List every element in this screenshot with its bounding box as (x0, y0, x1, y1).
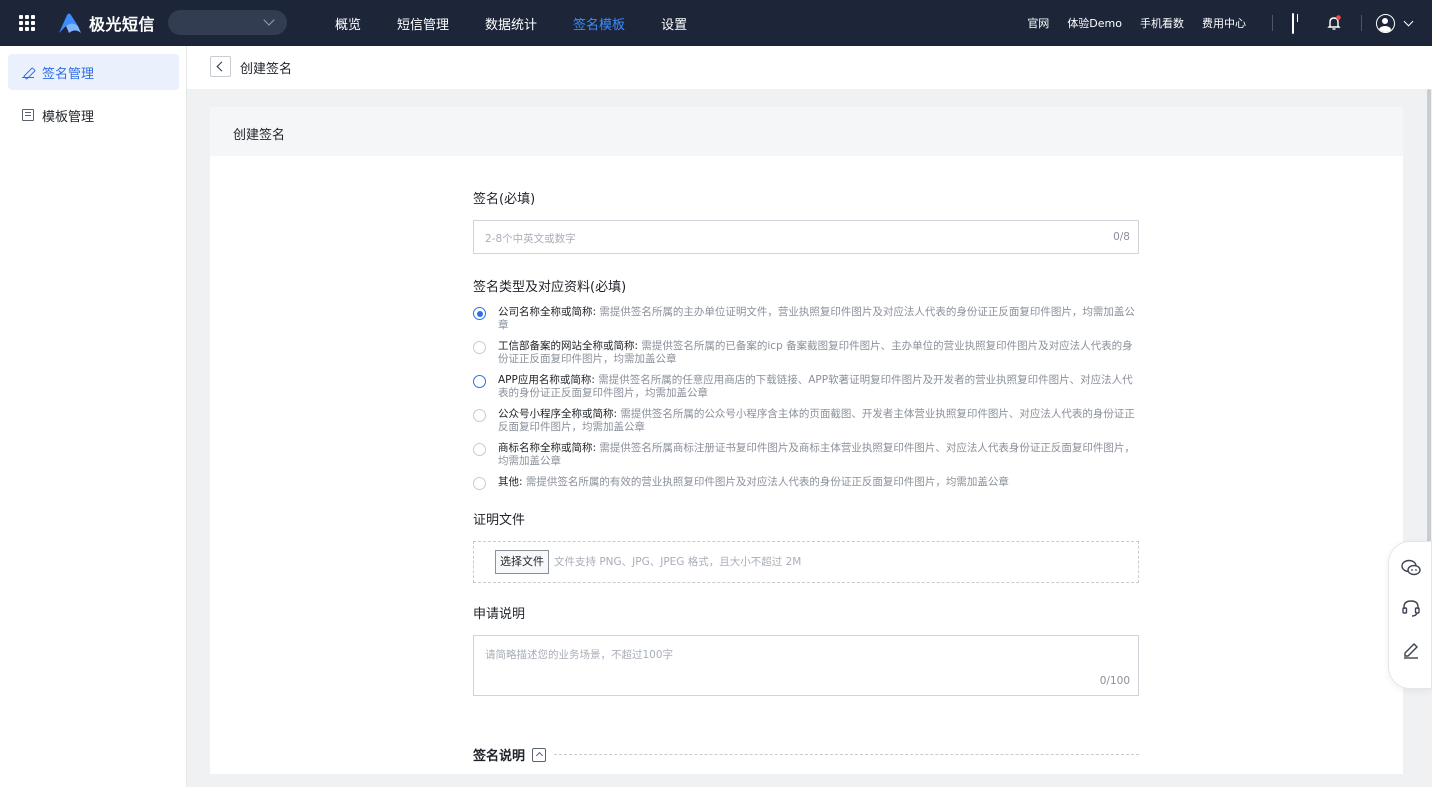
nav-item-sms-management[interactable]: 短信管理 (397, 14, 449, 33)
back-arrow-icon[interactable] (210, 56, 231, 77)
radio-button[interactable] (473, 409, 486, 422)
sidebar-item-signature-management[interactable]: 签名管理 (8, 54, 179, 90)
signature-char-counter: 0/8 (1113, 231, 1130, 243)
radio-option-trademark[interactable]: 商标名称全称或简称: 需提供签名所属商标注册证书复印件图片及商标主体营业执照复印… (473, 442, 1139, 467)
application-description-label: 申请说明 (473, 606, 526, 622)
collapse-chevron-up-icon[interactable] (532, 747, 547, 762)
option-title: 公司名称全称或简称: (498, 306, 597, 318)
edit-pen-icon (22, 66, 34, 78)
dashed-divider (554, 754, 1139, 755)
signature-type-label: 签名类型及对应资料(必填) (473, 280, 627, 295)
nav-item-settings[interactable]: 设置 (661, 14, 687, 33)
page-title: 创建签名 (240, 62, 293, 77)
radio-option-app[interactable]: APP应用名称或简称: 需提供签名所属的任意应用商店的下载链接、APP软著证明复… (473, 374, 1139, 399)
signature-placeholder: 2-8个中英文或数字 (485, 233, 576, 245)
nav-item-overview[interactable]: 概览 (335, 14, 361, 33)
user-avatar-icon[interactable] (1376, 13, 1395, 33)
notification-bell-icon[interactable] (1325, 14, 1343, 32)
radio-button[interactable] (473, 341, 486, 354)
link-demo[interactable]: 体验Demo (1067, 15, 1122, 31)
divider (1361, 15, 1362, 31)
option-title: 公众号小程序全称或简称: (498, 408, 618, 420)
floating-support-toolbar (1388, 541, 1432, 689)
option-title: 商标名称全称或简称: (498, 442, 597, 454)
proof-file-label: 证明文件 (473, 512, 526, 528)
create-signature-form: 签名(必填) 2-8个中英文或数字 0/8 签名类型及对应资料(必填) 公司名称… (473, 188, 1139, 696)
description-placeholder: 请简略描述您的业务场景，不超过100字 (485, 648, 674, 661)
file-upload-area[interactable]: 选择文件 文件支持 PNG、JPG、JPEG 格式，且大小不超过 2M (473, 540, 1139, 583)
radio-option-mini-program[interactable]: 公众号小程序全称或简称: 需提供签名所属的公众号小程序含主体的页面截图、开发者主… (473, 408, 1139, 433)
brand-name: 极光短信 (89, 15, 156, 34)
nav-item-signature-template[interactable]: 签名模板 (573, 14, 625, 33)
chevron-down-icon (263, 14, 275, 26)
divider (1272, 15, 1273, 31)
option-title: 工信部备案的网站全称或简称: (498, 340, 639, 352)
radio-button[interactable] (473, 307, 486, 320)
create-signature-card: 创建签名 签名(必填) 2-8个中英文或数字 0/8 签名类型及对应资料(必填)… (210, 107, 1403, 774)
app-selector-dropdown[interactable] (168, 10, 287, 35)
radio-option-company[interactable]: 公司名称全称或简称: 需提供签名所属的主办单位证明文件，营业执照复印件图片及对应… (473, 306, 1139, 331)
chevron-down-icon[interactable] (1403, 16, 1414, 26)
customer-service-headset-icon[interactable] (1400, 597, 1422, 619)
top-right-actions: 官网 体验Demo 手机看数 费用中心 (1009, 0, 1432, 46)
brand-logo-icon (59, 13, 81, 33)
breadcrumb: 创建签名 (187, 46, 1432, 89)
sidebar: 签名管理 模板管理 (0, 46, 187, 787)
radio-button[interactable] (473, 477, 486, 490)
link-billing-center[interactable]: 费用中心 (1202, 15, 1246, 31)
card-title: 创建签名 (210, 107, 1403, 156)
main-nav: 概览 短信管理 数据统计 签名模板 设置 (335, 0, 723, 46)
option-description: 需提供签名所属的有效的营业执照复印件图片及对应法人代表的身份证正反面复印件图片，… (525, 476, 1009, 488)
radio-option-other[interactable]: 其他: 需提供签名所属的有效的营业执照复印件图片及对应法人代表的身份证正反面复印… (473, 476, 1139, 490)
application-description-textarea[interactable]: 请简略描述您的业务场景，不超过100字 0/100 (473, 634, 1139, 696)
radio-button[interactable] (473, 375, 486, 388)
sidebar-item-label: 模板管理 (42, 109, 95, 125)
signature-label: 签名(必填) (473, 192, 536, 207)
top-navigation-bar: 极光短信 概览 短信管理 数据统计 签名模板 设置 官网 体验Demo 手机看数… (0, 0, 1432, 46)
radio-option-website[interactable]: 工信部备案的网站全称或简称: 需提供签名所属的已备案的icp 备案截图复印件图片… (473, 340, 1139, 365)
wechat-icon[interactable] (1400, 557, 1422, 579)
apps-grid-icon[interactable] (19, 15, 35, 31)
list-icon (22, 109, 34, 121)
link-official-site[interactable]: 官网 (1027, 15, 1049, 31)
description-char-counter: 0/100 (1099, 674, 1130, 687)
option-title: 其他: (498, 476, 523, 488)
docs-book-icon[interactable] (1289, 13, 1307, 34)
option-title: APP应用名称或简称: (498, 374, 595, 386)
feedback-edit-icon[interactable] (1400, 638, 1422, 660)
signature-notes-section: 签名说明 (473, 745, 1139, 764)
file-upload-hint: 文件支持 PNG、JPG、JPEG 格式，且大小不超过 2M (554, 555, 802, 568)
signature-input[interactable]: 2-8个中英文或数字 0/8 (473, 220, 1139, 254)
scrollbar-thumb[interactable] (1427, 89, 1431, 569)
choose-file-button[interactable]: 选择文件 (495, 549, 549, 574)
sidebar-item-template-management[interactable]: 模板管理 (8, 97, 179, 133)
signature-notes-title: 签名说明 (473, 749, 526, 764)
link-mobile-stats[interactable]: 手机看数 (1140, 15, 1184, 31)
sidebar-item-label: 签名管理 (42, 66, 95, 82)
radio-button[interactable] (473, 443, 486, 456)
nav-item-statistics[interactable]: 数据统计 (485, 14, 537, 33)
brand-logo[interactable]: 极光短信 (58, 11, 155, 35)
